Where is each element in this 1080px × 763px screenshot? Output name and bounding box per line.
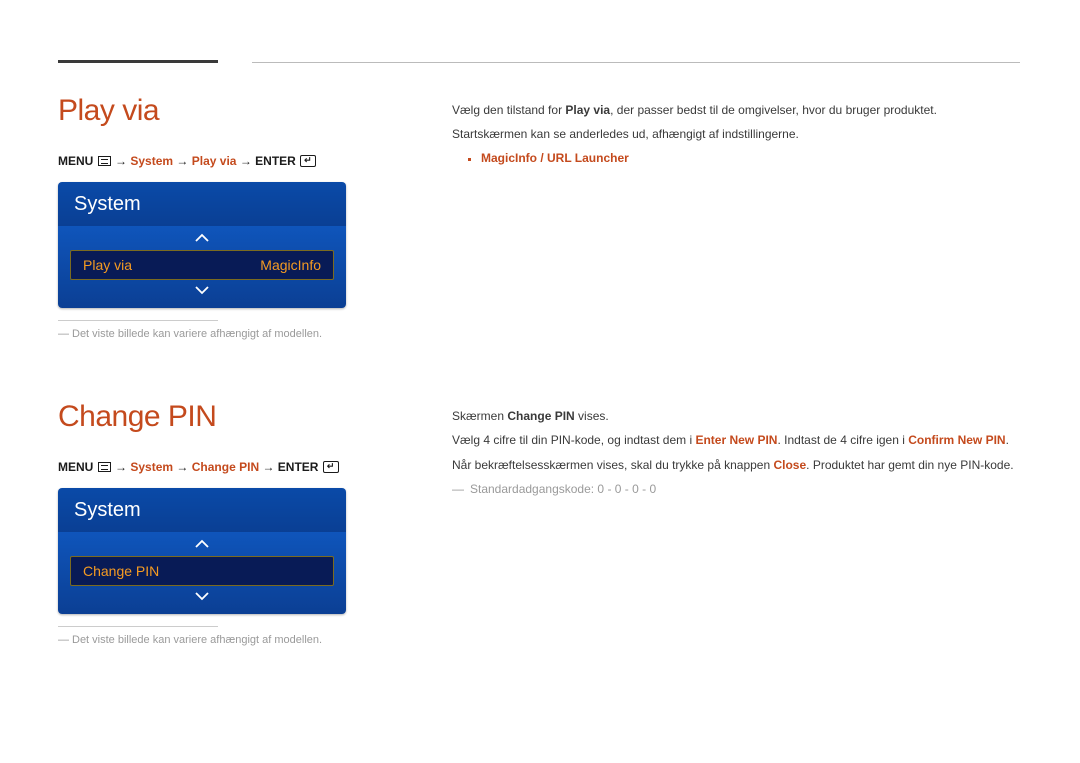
change-pin-line1: Skærmen Change PIN vises. — [452, 406, 1022, 426]
arrow-icon: → — [176, 460, 191, 474]
osd-panel-body: Change PIN — [58, 532, 346, 614]
breadcrumb-item: Change PIN — [192, 460, 259, 474]
osd-row-value: MagicInfo — [260, 257, 321, 273]
chevron-down-icon[interactable] — [70, 282, 334, 300]
text-fragment: . — [1006, 433, 1009, 447]
text-fragment: , der passer bedst til de omgivelser, hv… — [610, 103, 937, 117]
breadcrumb-system: System — [130, 154, 173, 168]
page-accent-bar — [58, 60, 218, 63]
text-fragment: . Produktet har gemt din nye PIN-kode. — [806, 458, 1013, 472]
osd-panel-play-via: System Play via MagicInfo — [58, 182, 346, 308]
arrow-icon: → — [240, 154, 255, 168]
change-pin-line2: Vælg 4 cifre til din PIN-kode, og indtas… — [452, 430, 1022, 450]
breadcrumb-enter-label: ENTER — [255, 154, 296, 168]
text-bold: Change PIN — [507, 409, 574, 423]
bullet-magicinfo: MagicInfo / URL Launcher — [468, 151, 1022, 165]
text-fragment: Vælg den tilstand for — [452, 103, 565, 117]
heading-play-via: Play via — [58, 94, 398, 128]
model-disclaimer: Det viste billede kan variere afhængigt … — [58, 327, 398, 342]
text-fragment: Skærmen — [452, 409, 507, 423]
text-fragment: . Indtast de 4 cifre igen i — [777, 433, 908, 447]
play-via-desc-line1: Vælg den tilstand for Play via, der pass… — [452, 100, 1022, 120]
arrow-icon: → — [262, 460, 277, 474]
text-fragment: Vælg 4 cifre til din PIN-kode, og indtas… — [452, 433, 695, 447]
heading-change-pin: Change PIN — [58, 400, 398, 434]
osd-row-play-via[interactable]: Play via MagicInfo — [70, 250, 334, 280]
osd-panel-title: System — [58, 182, 346, 226]
breadcrumb-menu-label: MENU — [58, 460, 93, 474]
arrow-icon: → — [176, 154, 191, 168]
change-pin-line3: Når bekræftelsesskærmen vises, skal du t… — [452, 455, 1022, 475]
breadcrumb-menu-label: MENU — [58, 154, 93, 168]
breadcrumb-enter-label: ENTER — [278, 460, 319, 474]
play-via-desc-line2: Startskærmen kan se anderledes ud, afhæn… — [452, 124, 1022, 144]
bullet-icon — [468, 158, 471, 161]
section-change-pin-left: Change PIN MENU → System → Change PIN → … — [58, 400, 398, 648]
section-play-via-right: Vælg den tilstand for Play via, der pass… — [452, 100, 1022, 165]
arrow-icon: → — [115, 460, 130, 474]
note-divider — [58, 320, 218, 321]
osd-panel-change-pin: System Change PIN — [58, 488, 346, 614]
enter-icon — [323, 461, 339, 473]
breadcrumb-item: Play via — [192, 154, 237, 168]
chevron-down-icon[interactable] — [70, 588, 334, 606]
osd-panel-title: System — [58, 488, 346, 532]
osd-row-label: Play via — [83, 257, 132, 273]
chevron-up-icon[interactable] — [70, 230, 334, 248]
model-disclaimer: Det viste billede kan variere afhængigt … — [58, 633, 398, 648]
breadcrumb-system: System — [130, 460, 173, 474]
text-fragment: vises. — [575, 409, 609, 423]
arrow-icon: → — [115, 154, 130, 168]
chevron-up-icon[interactable] — [70, 536, 334, 554]
note-divider — [58, 626, 218, 627]
text-orange: Confirm New PIN — [908, 433, 1005, 447]
default-pin-note: Standardadgangskode: 0 - 0 - 0 - 0 — [452, 479, 1022, 499]
text-orange: Enter New PIN — [695, 433, 777, 447]
text-orange: Close — [773, 458, 806, 472]
text-bold: Play via — [565, 103, 610, 117]
breadcrumb-play-via: MENU → System → Play via → ENTER — [58, 154, 398, 168]
enter-icon — [300, 155, 316, 167]
menu-icon — [98, 462, 111, 472]
section-play-via-left: Play via MENU → System → Play via → ENTE… — [58, 94, 398, 342]
osd-row-label: Change PIN — [83, 563, 159, 579]
menu-icon — [98, 156, 111, 166]
osd-row-change-pin[interactable]: Change PIN — [70, 556, 334, 586]
breadcrumb-change-pin: MENU → System → Change PIN → ENTER — [58, 460, 398, 474]
osd-panel-body: Play via MagicInfo — [58, 226, 346, 308]
bullet-text: MagicInfo / URL Launcher — [481, 151, 629, 165]
section-change-pin-right: Skærmen Change PIN vises. Vælg 4 cifre t… — [452, 406, 1022, 500]
text-fragment: Når bekræftelsesskærmen vises, skal du t… — [452, 458, 773, 472]
page-top-divider — [252, 62, 1020, 63]
